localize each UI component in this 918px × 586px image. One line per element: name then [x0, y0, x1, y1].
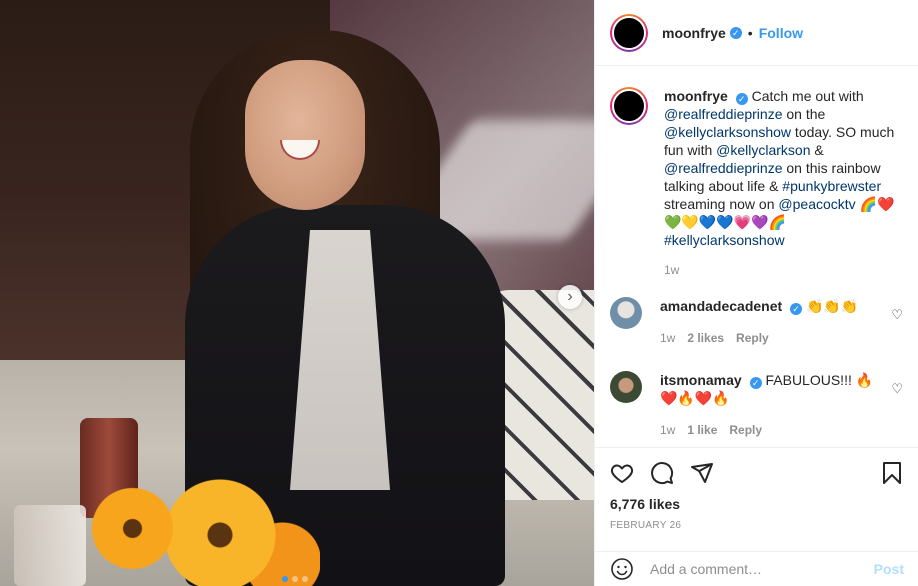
sunflowers — [70, 470, 320, 586]
mention-link[interactable]: @kellyclarkson — [716, 142, 810, 158]
mention-link[interactable]: @peacocktv — [778, 196, 855, 212]
carousel-dot — [292, 576, 298, 582]
like-comment-heart-icon[interactable]: ♡ — [891, 307, 903, 323]
verified-badge-icon: ✓ — [735, 93, 748, 105]
comment-likes[interactable]: 2 likes — [687, 329, 724, 347]
verified-badge-icon: ✓ — [729, 26, 742, 39]
caption-avatar[interactable] — [610, 87, 648, 125]
comment-icon[interactable] — [650, 461, 674, 485]
instagram-post: › moonfrye ✓ • Follow moonfrye ✓ Catch m… — [0, 0, 918, 586]
post-photo[interactable]: › — [0, 0, 594, 586]
mention-link[interactable]: @realfreddieprinze — [664, 106, 783, 122]
caption: moonfrye ✓ Catch me out with @realfreddi… — [595, 67, 918, 277]
carousel-dot-active — [282, 576, 288, 582]
carousel-dot — [302, 576, 308, 582]
hashtag-link[interactable]: #punkybrewster — [782, 178, 881, 194]
emoji-smiley-icon[interactable] — [610, 557, 634, 581]
reply-button[interactable]: Reply — [736, 329, 769, 347]
carousel-dots — [282, 576, 308, 582]
like-heart-icon[interactable] — [610, 461, 634, 485]
likes-count[interactable]: 6,776 likes — [610, 496, 904, 512]
mention-link[interactable]: @kellyclarksonshow — [664, 124, 791, 140]
comment-text: 👏👏👏 — [805, 298, 859, 314]
caption-text: moonfrye ✓ Catch me out with @realfreddi… — [664, 87, 904, 249]
caption-segment: Catch me out with — [751, 88, 864, 104]
header-separator: • — [747, 24, 753, 41]
comments-section[interactable]: moonfrye ✓ Catch me out with @realfreddi… — [595, 67, 918, 447]
comment-username[interactable]: itsmonamay — [660, 372, 742, 388]
chevron-right-icon: › — [567, 288, 573, 305]
header-user: moonfrye ✓ • Follow — [662, 25, 803, 41]
avatar[interactable] — [610, 13, 648, 52]
next-slide-button[interactable]: › — [558, 285, 582, 309]
reply-button[interactable]: Reply — [729, 421, 762, 439]
comment-meta: 1w 2 likes Reply — [660, 329, 875, 347]
mention-link[interactable]: @realfreddieprinze — [664, 160, 783, 176]
hashtag-link[interactable]: #kellyclarksonshow — [664, 232, 785, 248]
share-icon[interactable] — [690, 461, 714, 485]
caption-username[interactable]: moonfrye — [664, 88, 728, 104]
post-actions: 6,776 likes FEBRUARY 26 — [595, 447, 918, 531]
header-username[interactable]: moonfrye — [662, 25, 726, 41]
caption-segment: on the — [782, 106, 826, 122]
comment-time[interactable]: 1w — [660, 421, 675, 439]
caption-time[interactable]: 1w — [664, 263, 904, 277]
post-comment-button[interactable]: Post — [874, 561, 904, 577]
post-header: moonfrye ✓ • Follow — [595, 0, 918, 66]
comment-avatar[interactable] — [610, 371, 642, 403]
save-bookmark-icon[interactable] — [880, 461, 904, 485]
action-icons — [610, 458, 904, 488]
comment-avatar[interactable] — [610, 297, 642, 329]
comment-username[interactable]: amandadecadenet — [660, 298, 782, 314]
face — [245, 60, 365, 210]
comment-input[interactable] — [650, 561, 874, 577]
comment-time[interactable]: 1w — [660, 329, 675, 347]
caption-segment: streaming now on — [664, 196, 779, 212]
verified-badge-icon: ✓ — [790, 303, 803, 315]
verified-badge-icon: ✓ — [749, 377, 762, 389]
post-date[interactable]: FEBRUARY 26 — [610, 520, 904, 531]
comment-item: itsmonamay ✓ FABULOUS!!! 🔥 ❤️🔥❤️🔥 1w 1 l… — [595, 371, 918, 439]
caption-segment: & — [810, 142, 824, 158]
comment-likes[interactable]: 1 like — [687, 421, 717, 439]
add-comment-bar: Post — [595, 551, 918, 586]
comment-meta: 1w 1 like Reply — [660, 421, 875, 439]
like-comment-heart-icon[interactable]: ♡ — [891, 381, 903, 397]
follow-button[interactable]: Follow — [759, 25, 803, 41]
post-sidebar: moonfrye ✓ • Follow moonfrye ✓ Catch me … — [594, 0, 918, 586]
comment-item: amandadecadenet ✓ 👏👏👏 1w 2 likes Reply ♡ — [595, 297, 918, 347]
